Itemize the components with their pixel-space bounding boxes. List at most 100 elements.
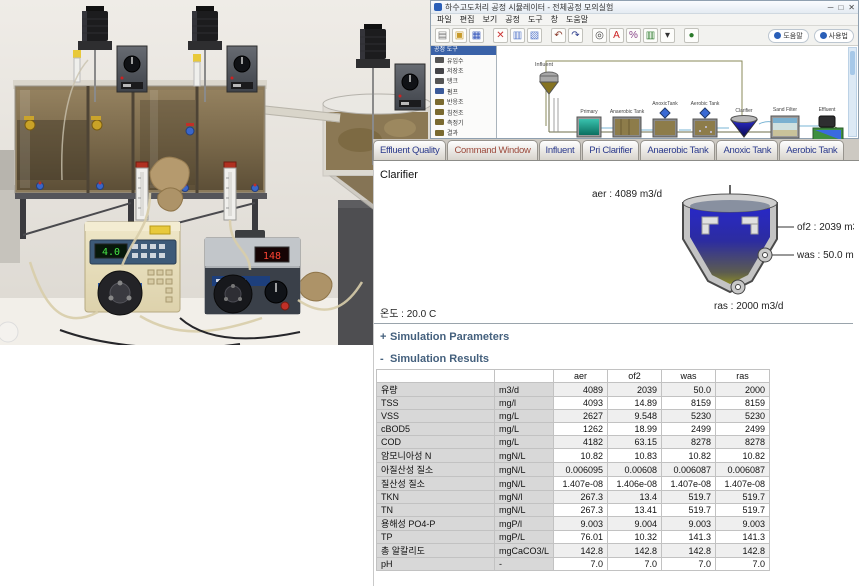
tab-aerobic-tank[interactable]: Aerobic Tank — [779, 140, 844, 160]
close-button[interactable]: ✕ — [848, 3, 855, 12]
row-label: 질산성 질소 — [377, 477, 495, 491]
row-value: 10.82 — [716, 449, 770, 463]
row-value: 8278 — [716, 436, 770, 449]
toolbar: ▤▣▦✕▥▧↶↷◎A%▥▾●도움말사용법 — [431, 26, 858, 46]
row-value: 1.407e-08 — [716, 477, 770, 491]
table-row: pH-7.07.07.07.0 — [377, 558, 770, 571]
unit-label: Sand Filter — [773, 107, 798, 113]
unit-aerobic-tank[interactable] — [693, 108, 717, 137]
row-value: 8278 — [662, 436, 716, 449]
unit-primary[interactable] — [577, 117, 601, 137]
menu-item[interactable]: 공정 — [505, 14, 520, 25]
run-icon[interactable]: ● — [684, 28, 699, 43]
unit-label: AnoxicTank — [652, 101, 678, 107]
row-value: 0.00608 — [608, 463, 662, 477]
palette-item-icon — [435, 68, 444, 74]
paste-icon[interactable]: ▧ — [527, 28, 542, 43]
copy-icon[interactable]: ▥ — [510, 28, 525, 43]
row-value: 76.01 — [554, 531, 608, 544]
row-value: 519.7 — [662, 491, 716, 504]
tab-command-window[interactable]: Command Window — [447, 140, 537, 160]
tab-effluent-quality[interactable]: Effluent Quality — [373, 140, 446, 160]
cut-icon[interactable]: ✕ — [493, 28, 508, 43]
palette-item-icon — [435, 99, 444, 105]
column-header-of2: of2 — [608, 370, 662, 383]
flowsheet-scrollbar[interactable] — [848, 47, 857, 137]
row-value: 14.89 — [608, 397, 662, 410]
redo-icon[interactable]: ↷ — [568, 28, 583, 43]
palette-item[interactable]: 반응조 — [431, 97, 496, 107]
font-icon[interactable]: A — [609, 28, 624, 43]
new-icon[interactable]: ▤ — [435, 28, 450, 43]
chart-icon[interactable]: ▥ — [643, 28, 658, 43]
tab-anoxic-tank[interactable]: Anoxic Tank — [716, 140, 778, 160]
flowsheet-canvas: Influent Primary Anaerobic Tank AnoxicTa… — [497, 46, 858, 138]
row-value: 5230 — [662, 410, 716, 423]
help-button[interactable]: 사용법 — [814, 29, 854, 43]
row-value: 0.006087 — [716, 463, 770, 477]
zoom-icon[interactable]: ◎ — [592, 28, 607, 43]
unit-anaerobic-tank[interactable] — [613, 117, 641, 137]
row-value: 1262 — [554, 423, 608, 436]
tab-influent[interactable]: Influent — [539, 140, 582, 160]
table-row: 질산성 질소mgN/L1.407e-081.406e-081.407e-081.… — [377, 477, 770, 491]
row-value: 7.0 — [716, 558, 770, 571]
tab-anaerobic-tank[interactable]: Anaerobic Tank — [640, 140, 715, 160]
undo-icon[interactable]: ↶ — [551, 28, 566, 43]
palette-item-icon — [435, 88, 444, 94]
menu-item[interactable]: 보기 — [482, 14, 497, 25]
flow-meter — [224, 162, 236, 220]
row-value: 2039 — [608, 383, 662, 397]
row-value: 4182 — [554, 436, 608, 449]
aer-flow-label: aer : 4089 m3/d — [592, 189, 662, 200]
row-value: 18.99 — [608, 423, 662, 436]
help-button[interactable]: 도움말 — [768, 29, 808, 43]
unit-influent[interactable] — [540, 72, 558, 94]
maximize-button[interactable]: □ — [838, 3, 843, 12]
expand-icon[interactable]: + — [380, 331, 390, 343]
palette-item[interactable]: 침전조 — [431, 107, 496, 117]
unit-label: Primary — [580, 109, 598, 115]
menu-item[interactable]: 도구 — [528, 14, 543, 25]
row-unit: mgN/L — [495, 449, 554, 463]
row-value: 519.7 — [662, 504, 716, 517]
save-icon[interactable]: ▦ — [469, 28, 484, 43]
percent-icon[interactable]: % — [626, 28, 641, 43]
row-unit: mg/L — [495, 410, 554, 423]
unit-sand-filter[interactable] — [771, 116, 799, 138]
row-unit: - — [495, 558, 554, 571]
unit-clarifier[interactable] — [731, 116, 757, 138]
row-value: 141.3 — [662, 531, 716, 544]
menu-item[interactable]: 창 — [551, 14, 558, 25]
palette-header: 공정 도구 — [431, 46, 496, 55]
tab-pri-clarifier[interactable]: Pri Clarifier — [582, 140, 639, 160]
menu-item[interactable]: 편집 — [460, 14, 475, 25]
minimize-button[interactable]: ─ — [828, 3, 834, 12]
palette-item[interactable]: 저장조 — [431, 65, 496, 75]
unit-effluent[interactable] — [813, 116, 843, 140]
menu-item[interactable]: 파일 — [437, 14, 452, 25]
temperature-label: 온도 : 20.0 C — [380, 305, 436, 320]
collapse-icon[interactable]: - — [380, 353, 390, 365]
palette-item[interactable]: 유입수 — [431, 55, 496, 65]
header-spacer — [495, 370, 554, 383]
section-simulation-parameters[interactable]: +Simulation Parameters — [380, 331, 509, 343]
row-value: 5230 — [716, 410, 770, 423]
section-simulation-results[interactable]: -Simulation Results — [380, 353, 489, 365]
unit-label: Aerobic Tank — [691, 101, 720, 107]
row-unit: mgP/L — [495, 531, 554, 544]
row-value: 2499 — [662, 423, 716, 436]
palette-item[interactable]: 결과 — [431, 128, 496, 138]
open-icon[interactable]: ▣ — [452, 28, 467, 43]
row-value: 9.003 — [554, 517, 608, 531]
menu-item[interactable]: 도움말 — [566, 14, 588, 25]
palette-item[interactable]: 탱크 — [431, 76, 496, 86]
table-row: TSSmg/l409314.8981598159 — [377, 397, 770, 410]
help-icon — [820, 32, 827, 39]
scale-select-icon[interactable]: ▾ — [660, 28, 675, 43]
unit-anoxic-tank[interactable] — [653, 108, 677, 137]
results-table: aerof2wasras 유량m3/d4089203950.02000TSSmg… — [376, 369, 770, 571]
row-value: 142.8 — [662, 544, 716, 558]
palette-item[interactable]: 측정기 — [431, 117, 496, 127]
palette-item[interactable]: 펌프 — [431, 86, 496, 96]
